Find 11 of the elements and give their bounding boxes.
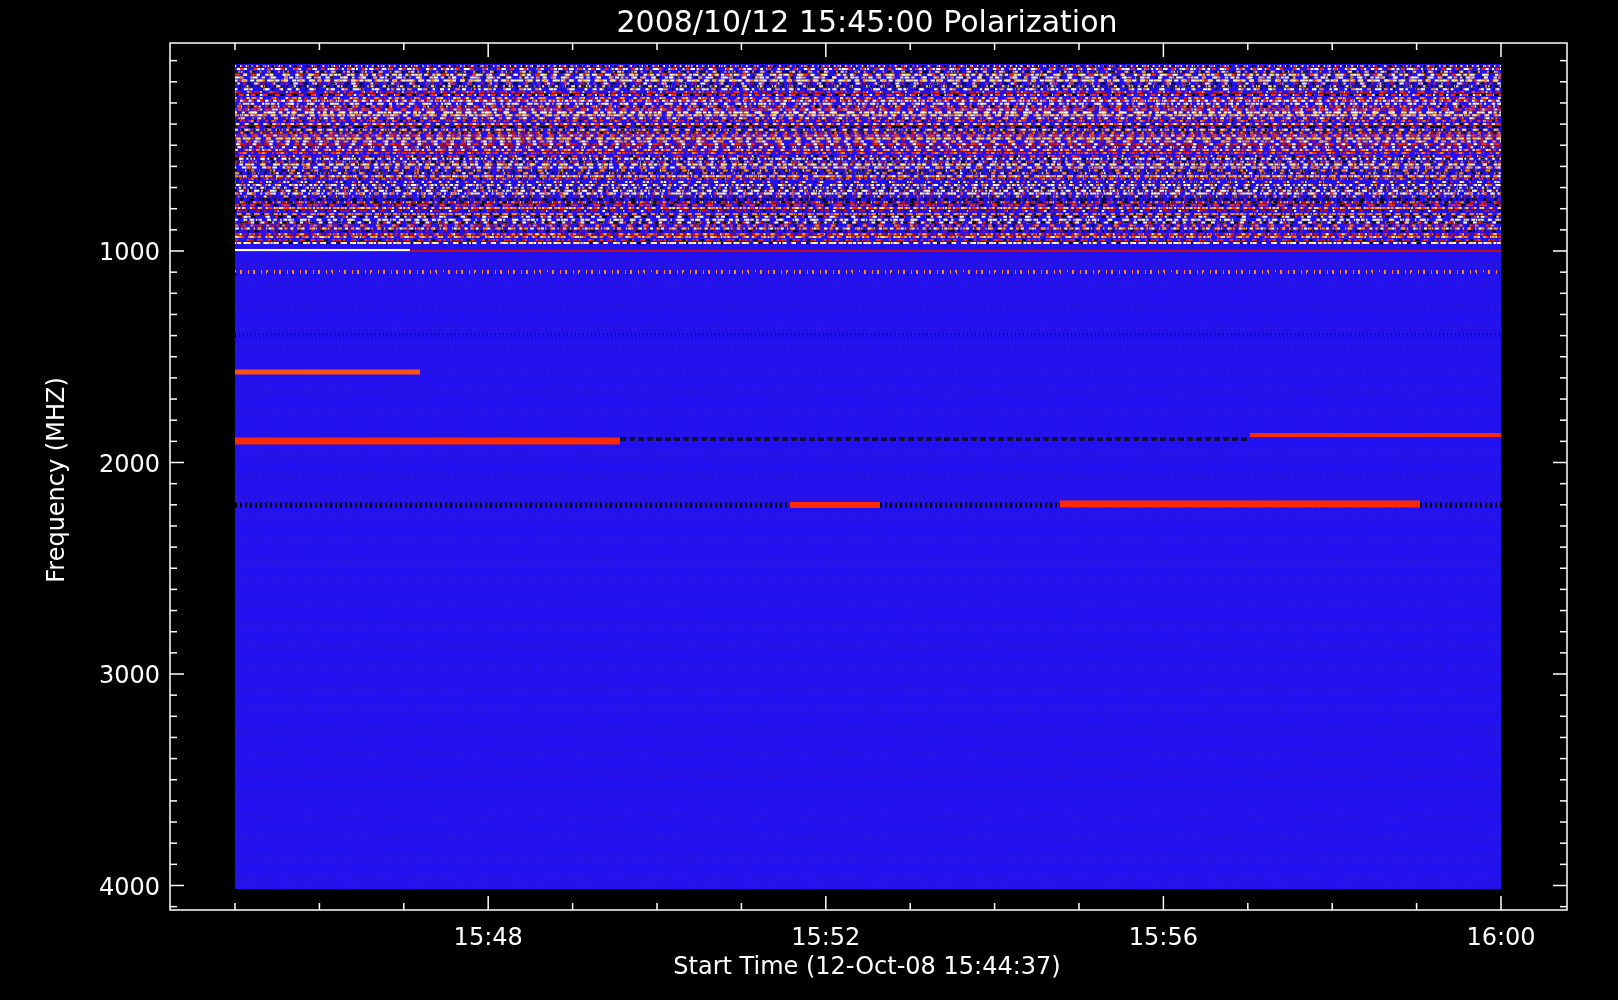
x-tick-label: 15:56: [1128, 923, 1198, 951]
y-tick-label: 3000: [98, 661, 160, 689]
chart-title: 2008/10/12 15:45:00 Polarization: [616, 4, 1118, 39]
y-tick-label: 2000: [98, 449, 160, 478]
x-tick-label: 15:48: [453, 923, 523, 951]
x-tick-label: 16:00: [1466, 923, 1536, 951]
x-tick-label: 15:52: [791, 923, 861, 951]
x-axis-label: Start Time (12-Oct-08 15:44:37): [673, 952, 1061, 980]
y-tick-label: 1000: [98, 238, 160, 266]
y-axis-label: Frequency (MHZ): [42, 377, 70, 583]
y-tick-label: 4000: [98, 872, 160, 901]
